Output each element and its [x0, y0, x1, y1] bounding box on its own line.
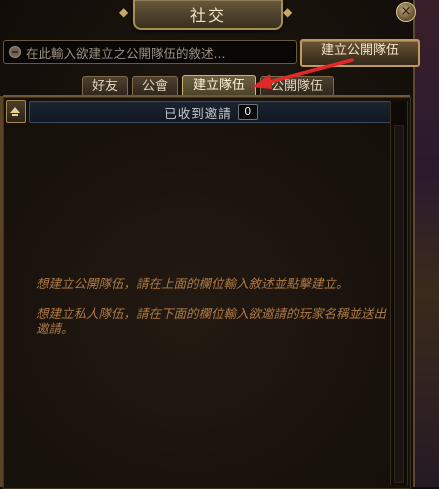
received-invites-label: 已收到邀請 [164, 105, 232, 121]
window-title-banner: ◆ 社交 ◆ [119, 0, 292, 30]
annotation-arrow-icon [252, 58, 354, 89]
game-background-edge [413, 0, 439, 487]
close-button[interactable]: × [396, 2, 416, 22]
tab-guild[interactable]: 公會 [132, 76, 178, 96]
tab-friends[interactable]: 好友 [82, 76, 128, 96]
invite-count-badge: 0 [237, 104, 258, 120]
expand-invites-button[interactable] [6, 100, 26, 123]
create-party-row: 在此輸入欲建立之公開隊伍的敘述... 建立公開隊伍 [3, 39, 433, 67]
ornament-left-icon: ◆ [119, 5, 129, 19]
received-invites-bar[interactable]: 已收到邀請 0 [29, 101, 393, 123]
ornament-right-icon: ◆ [283, 5, 293, 19]
panel-scrollbar[interactable] [390, 101, 408, 485]
private-party-hint: 想建立私人隊伍，請在下面的欄位輸入欲邀請的玩家名稱並送出邀請。 [36, 306, 387, 336]
create-party-panel: 已收到邀請 0 想建立公開隊伍，請在上面的欄位輸入敘述並點擊建立。 想建立私人隊… [3, 97, 411, 489]
window-title: 社交 [189, 6, 226, 25]
message-bubble-icon [9, 46, 21, 58]
close-icon: × [400, 4, 412, 19]
scrollbar-track[interactable] [394, 125, 404, 483]
public-party-hint: 想建立公開隊伍，請在上面的欄位輸入敘述並點擊建立。 [36, 276, 349, 291]
tab-create-party[interactable]: 建立隊伍 [182, 75, 256, 97]
party-description-placeholder: 在此輸入欲建立之公開隊伍的敘述... [26, 45, 226, 61]
chevron-up-icon [10, 107, 20, 116]
